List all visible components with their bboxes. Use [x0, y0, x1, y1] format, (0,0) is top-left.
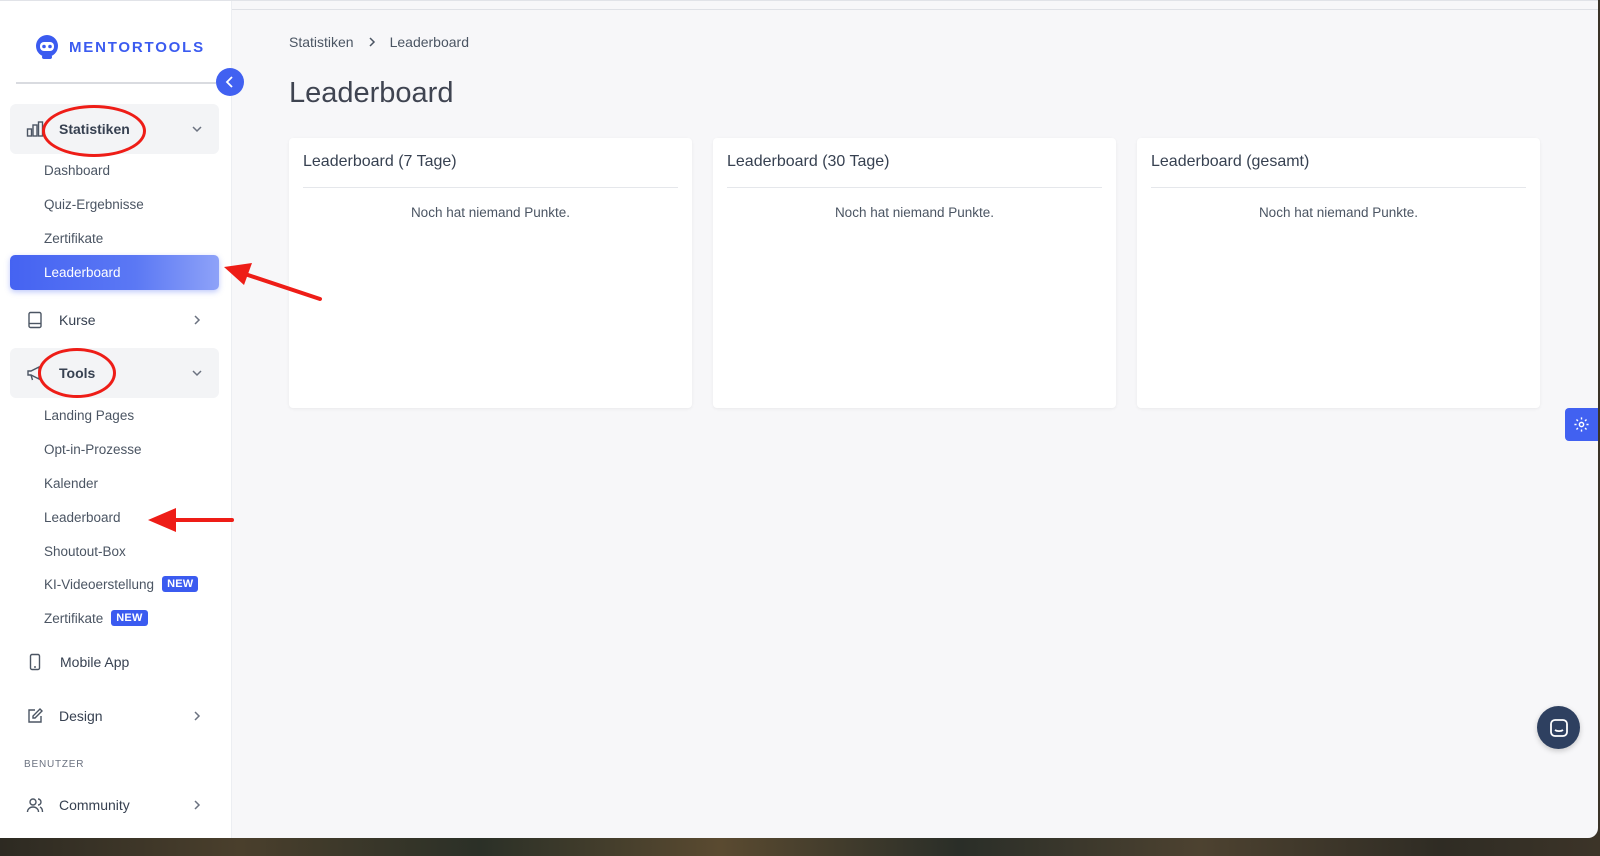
- nav-group-label: Statistiken: [59, 121, 130, 137]
- chevron-left-icon: [225, 76, 233, 88]
- chat-launcher-button[interactable]: [1537, 706, 1580, 749]
- nav-item-label: Community: [59, 797, 130, 813]
- smartphone-icon: [29, 653, 41, 671]
- leaderboard-card-30-days: Leaderboard (30 Tage) Noch hat niemand P…: [713, 138, 1116, 408]
- nav-group-label: Tools: [59, 365, 96, 381]
- megaphone-icon: [27, 365, 40, 381]
- sidebar-item-label: Leaderboard: [44, 265, 121, 280]
- sidebar-item-quiz-ergebnisse[interactable]: Quiz-Ergebnisse: [44, 197, 144, 212]
- nav-item-mobile-app[interactable]: Mobile App: [10, 642, 219, 682]
- sidebar-item-label: Leaderboard: [44, 510, 121, 525]
- empty-state-text: Noch hat niemand Punkte.: [410, 205, 571, 220]
- sidebar-item-label: Zertifikate: [44, 231, 104, 246]
- sidebar-item-label: Landing Pages: [44, 408, 135, 423]
- robot-logo-icon: [36, 35, 58, 59]
- section-label-benutzer: BENUTZER: [24, 759, 85, 770]
- nav-item-kurse[interactable]: Kurse: [10, 300, 219, 340]
- sidebar-item-kalender[interactable]: Kalender: [44, 476, 98, 491]
- brand-logo[interactable]: MENTORTOOLS: [33, 33, 205, 61]
- card-title: Leaderboard (30 Tage): [727, 153, 890, 170]
- chevron-right-icon: [369, 37, 375, 47]
- card-divider: [1151, 187, 1526, 188]
- leaderboard-card-7-days: Leaderboard (7 Tage) Noch hat niemand Pu…: [289, 138, 692, 408]
- sidebar-item-landing-pages[interactable]: Landing Pages: [44, 408, 134, 423]
- chevron-down-icon: [192, 126, 202, 133]
- sidebar: MENTORTOOLS Statistiken Dashboard Quiz-E…: [0, 1, 232, 838]
- sidebar-item-label: Zertifikate: [44, 610, 104, 626]
- bar-chart-icon: [26, 121, 44, 137]
- card-divider: [303, 187, 678, 188]
- book-icon: [28, 311, 42, 329]
- card-title: Leaderboard (gesamt): [1151, 153, 1310, 170]
- nav-group-statistiken[interactable]: Statistiken: [10, 104, 219, 154]
- nav-item-label: Kurse: [59, 312, 96, 328]
- sidebar-item-label: Dashboard: [44, 163, 111, 178]
- empty-state-text: Noch hat niemand Punkte.: [1258, 205, 1419, 220]
- brand-name: MENTORTOOLS: [69, 38, 205, 56]
- sidebar-item-label: Quiz-Ergebnisse: [44, 197, 144, 212]
- sidebar-item-zertifikate[interactable]: Zertifikate: [44, 231, 103, 246]
- edit-pencil-icon: [28, 708, 43, 723]
- breadcrumb: Statistiken Leaderboard: [289, 34, 469, 50]
- breadcrumb-item-leaderboard: Leaderboard: [389, 34, 469, 50]
- sidebar-item-tools-zertifikate[interactable]: Zertifikate NEW: [44, 610, 148, 626]
- users-icon: [26, 798, 44, 813]
- breadcrumb-item-statistiken[interactable]: Statistiken: [289, 34, 354, 50]
- chevron-right-icon: [194, 800, 201, 810]
- sidebar-item-opt-in-prozesse[interactable]: Opt-in-Prozesse: [44, 442, 142, 457]
- desktop-background: [0, 836, 1600, 856]
- sidebar-item-label: KI-Videoerstellung: [44, 576, 155, 592]
- app-window: MENTORTOOLS Statistiken Dashboard Quiz-E…: [0, 0, 1598, 838]
- chevron-right-icon: [194, 711, 201, 721]
- sidebar-item-shoutout-box[interactable]: Shoutout-Box: [44, 544, 126, 559]
- page-title: Leaderboard: [289, 77, 454, 109]
- card-title: Leaderboard (7 Tage): [303, 153, 457, 170]
- sidebar-item-label: Shoutout-Box: [44, 544, 126, 559]
- nav-item-label: Mobile App: [60, 654, 130, 670]
- sidebar-item-dashboard[interactable]: Dashboard: [44, 163, 110, 178]
- collapse-sidebar-button[interactable]: [216, 68, 244, 96]
- card-divider: [727, 187, 1102, 188]
- nav-group-tools[interactable]: Tools: [10, 348, 219, 398]
- leaderboard-card-total: Leaderboard (gesamt) Noch hat niemand Pu…: [1137, 138, 1540, 408]
- top-divider: [0, 9, 1598, 10]
- nav-item-design[interactable]: Design: [10, 696, 219, 736]
- nav-item-community[interactable]: Community: [10, 785, 219, 825]
- settings-tab-button[interactable]: [1565, 408, 1598, 441]
- chat-icon: [1549, 718, 1568, 737]
- empty-state-text: Noch hat niemand Punkte.: [834, 205, 995, 220]
- logo-divider: [16, 82, 216, 84]
- sidebar-item-tools-leaderboard[interactable]: Leaderboard: [44, 510, 121, 525]
- new-badge: NEW: [162, 576, 199, 592]
- gear-icon: [1574, 417, 1589, 432]
- sidebar-item-label: Kalender: [44, 476, 99, 491]
- chevron-right-icon: [194, 315, 201, 325]
- nav-item-label: Design: [59, 708, 103, 724]
- sidebar-item-label: Opt-in-Prozesse: [44, 442, 142, 457]
- chevron-down-icon: [192, 370, 202, 377]
- sidebar-item-ki-videoerstellung[interactable]: KI-Videoerstellung NEW: [44, 576, 199, 592]
- sidebar-item-leaderboard-active[interactable]: Leaderboard: [10, 255, 219, 290]
- new-badge: NEW: [111, 610, 148, 626]
